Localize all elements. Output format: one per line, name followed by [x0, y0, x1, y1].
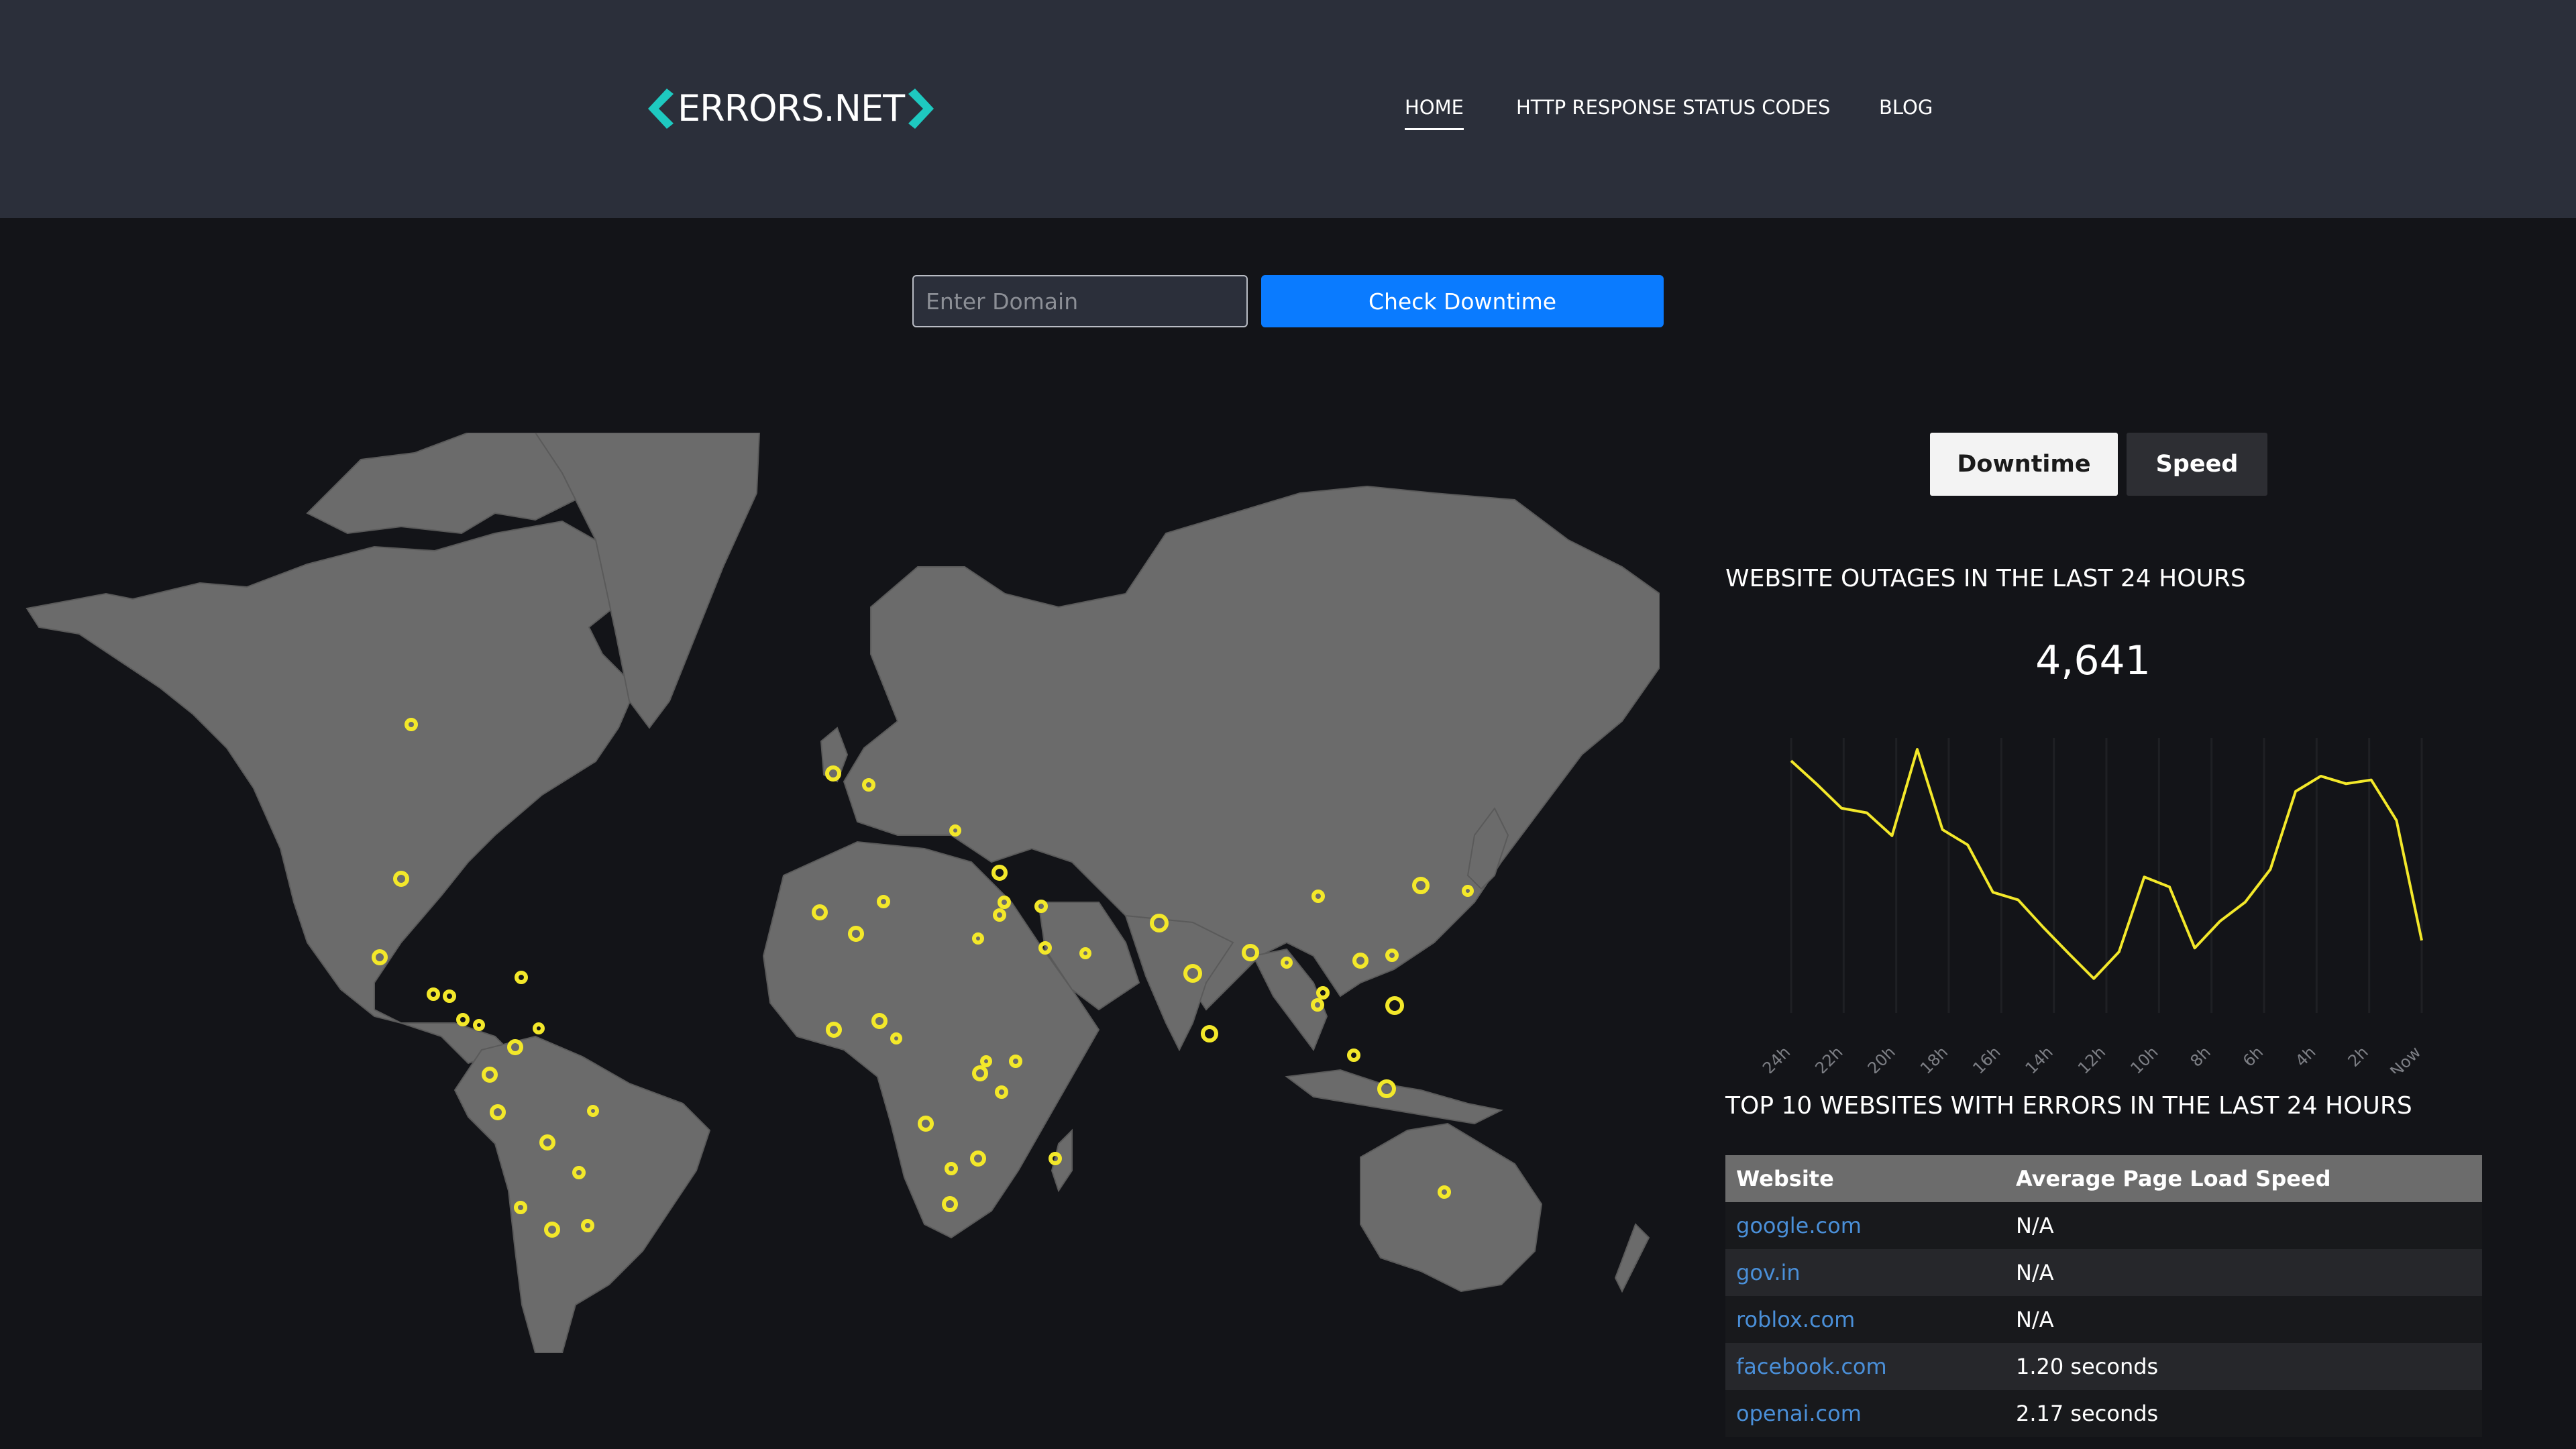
nav-http-status-codes[interactable]: HTTP RESPONSE STATUS CODES [1516, 93, 1830, 122]
outage-marker-icon [473, 1019, 485, 1031]
chart-x-tick-label: Now [2386, 1042, 2424, 1073]
land-masses [25, 433, 1660, 1353]
outage-marker-icon [456, 1013, 470, 1026]
outage-marker-icon [1347, 1049, 1360, 1062]
chart-x-tick-label: 24h [1759, 1042, 1794, 1073]
chart-x-tick-label: 4h [2292, 1042, 2319, 1070]
nav-home[interactable]: HOME [1405, 93, 1464, 130]
outage-marker-icon [1201, 1025, 1218, 1042]
domain-search-input[interactable] [912, 275, 1248, 327]
chart-x-tick-label: 18h [1917, 1042, 1951, 1073]
outages-line-chart: 24h 22h 20h 18h 16h 14h 12h 10h 8h 6h 4h 2h Now [1759, 738, 2424, 1073]
outage-marker-icon [515, 971, 528, 984]
table-header-row: Website Average Page Load Speed [1725, 1155, 2482, 1202]
outages-section-title: WEBSITE OUTAGES IN THE LAST 24 HOURS [1725, 565, 2246, 592]
chart-x-tick-label: 12h [2074, 1042, 2109, 1073]
chart-x-tick-label: 22h [1811, 1042, 1846, 1073]
chart-x-tick-label: 16h [1969, 1042, 2004, 1073]
website-link[interactable]: google.com [1736, 1213, 1862, 1238]
load-speed-cell: 2.17 seconds [2005, 1390, 2482, 1437]
load-speed-cell: 1.20 seconds [2005, 1343, 2482, 1390]
website-link[interactable]: roblox.com [1736, 1307, 1855, 1332]
nav-blog[interactable]: BLOG [1879, 93, 1933, 122]
load-speed-cell: N/A [2005, 1202, 2482, 1249]
table-row: gov.in N/A [1725, 1249, 2482, 1296]
column-header-load-speed: Average Page Load Speed [2005, 1155, 2482, 1202]
outage-marker-icon [991, 865, 1008, 881]
speed-toggle-button[interactable]: Speed [2127, 433, 2267, 496]
outage-marker-icon [1385, 996, 1404, 1015]
outage-marker-icon [1316, 986, 1330, 1000]
landmass-australia [1360, 1122, 1543, 1293]
website-link[interactable]: openai.com [1736, 1401, 1862, 1426]
table-row: google.com N/A [1725, 1202, 2482, 1249]
logo-text: ERRORS.NET [678, 87, 905, 129]
chevron-right-icon [908, 89, 934, 129]
landmass-uk [820, 727, 849, 783]
website-cell: roblox.com [1725, 1296, 2005, 1343]
chart-x-ticks: 24h 22h 20h 18h 16h 14h 12h 10h 8h 6h 4h 2h Now [1759, 1042, 2424, 1073]
site-header: ERRORS.NET HOME HTTP RESPONSE STATUS COD… [0, 0, 2576, 218]
landmass-south-america [453, 1035, 711, 1353]
chart-x-tick-label: 8h [2187, 1042, 2214, 1070]
website-cell: facebook.com [1725, 1343, 2005, 1390]
column-header-website: Website [1725, 1155, 2005, 1202]
website-link[interactable]: gov.in [1736, 1260, 1801, 1285]
table-row: openai.com 2.17 seconds [1725, 1390, 2482, 1437]
site-logo[interactable]: ERRORS.NET [645, 82, 936, 136]
downtime-toggle-button[interactable]: Downtime [1930, 433, 2118, 496]
top-websites-section-title: TOP 10 WEBSITES WITH ERRORS IN THE LAST … [1725, 1092, 2412, 1120]
website-cell: gov.in [1725, 1249, 2005, 1296]
landmass-arctic-islands [306, 433, 576, 535]
chart-x-tick-label: 20h [1864, 1042, 1899, 1073]
landmass-africa [762, 841, 1100, 1239]
website-cell: google.com [1725, 1202, 2005, 1249]
landmass-indonesia [1285, 1069, 1504, 1125]
check-downtime-button[interactable]: Check Downtime [1261, 275, 1664, 327]
website-cell: openai.com [1725, 1390, 2005, 1437]
top-websites-table: Website Average Page Load Speed google.c… [1725, 1155, 2482, 1437]
chart-x-tick-label: 2h [2345, 1042, 2372, 1070]
outage-marker-icon [427, 987, 440, 1001]
table-row: facebook.com 1.20 seconds [1725, 1343, 2482, 1390]
load-speed-cell: N/A [2005, 1249, 2482, 1296]
landmass-madagascar [1051, 1128, 1073, 1193]
chart-x-tick-label: 6h [2239, 1042, 2267, 1070]
table-row: roblox.com N/A [1725, 1296, 2482, 1343]
chevron-left-icon [648, 89, 674, 129]
world-outage-map [25, 433, 1660, 1353]
world-map [25, 433, 1660, 1353]
outage-count: 4,641 [2035, 637, 2151, 684]
outage-marker-icon [443, 989, 456, 1003]
outage-marker-icon [533, 1022, 545, 1034]
chart-x-tick-label: 10h [2127, 1042, 2161, 1073]
load-speed-cell: N/A [2005, 1296, 2482, 1343]
chart-x-tick-label: 14h [2022, 1042, 2057, 1073]
landmass-north-america [25, 520, 637, 1065]
landmass-new-zealand [1614, 1223, 1650, 1293]
website-link[interactable]: facebook.com [1736, 1354, 1887, 1379]
